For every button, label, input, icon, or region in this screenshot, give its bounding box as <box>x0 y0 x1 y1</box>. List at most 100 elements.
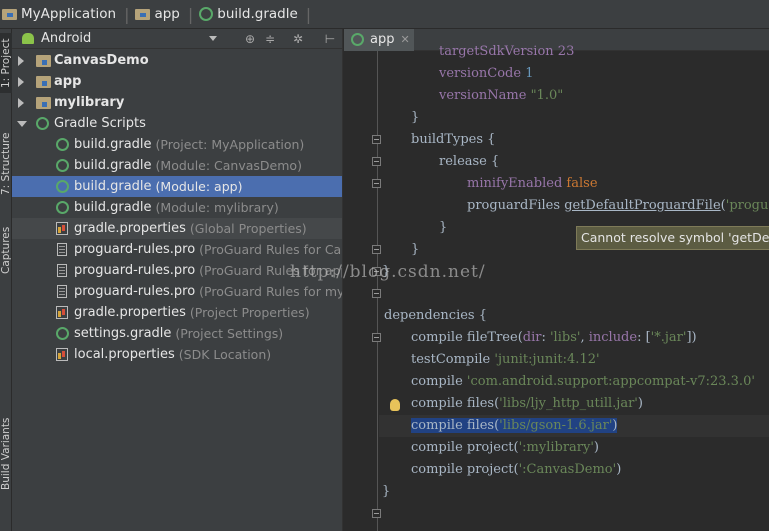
hide-panel-icon[interactable]: ⊢ <box>324 33 336 45</box>
folder-icon <box>2 8 17 20</box>
fold-marker-icon[interactable] <box>372 157 381 166</box>
gradle-icon <box>199 7 214 21</box>
gradle-icon <box>56 159 69 172</box>
code-line[interactable]: proguardFiles getDefaultProguardFile('pr… <box>467 195 768 217</box>
breadcrumb-item-module[interactable]: app <box>133 0 183 29</box>
expand-arrow-icon[interactable] <box>18 76 24 87</box>
code-token: 'libs' <box>549 330 581 345</box>
code-line[interactable]: } <box>411 107 419 129</box>
tree-item-build-gradle-mylibrary[interactable]: build.gradle (Module: mylibrary) <box>12 197 342 218</box>
breadcrumb-label: build.gradle <box>217 6 298 22</box>
code-token: 'progu <box>725 198 769 213</box>
tab-project-label: 1: Project <box>0 38 12 88</box>
module-folder-icon <box>36 54 51 67</box>
code-token: compile fileTree( <box>411 330 523 345</box>
code-line[interactable]: } <box>382 481 390 503</box>
code-line[interactable]: compile 'com.android.support:appcompat-v… <box>411 371 755 393</box>
tree-item-label: proguard-rules.pro <box>74 263 196 278</box>
scroll-from-source-icon[interactable]: ⊕ <box>244 33 256 45</box>
fold-marker-icon[interactable] <box>372 135 381 144</box>
code-token: ) <box>612 418 618 433</box>
code-line[interactable]: release { <box>439 151 499 173</box>
view-mode-select[interactable]: Android <box>41 31 197 46</box>
code-token: 1 <box>525 66 534 81</box>
code-line[interactable]: buildTypes { <box>411 129 495 151</box>
tab-project[interactable]: 1: Project <box>0 33 12 93</box>
code-token: } <box>382 484 391 499</box>
tab-structure-label: 7: Structure <box>0 132 12 196</box>
collapse-arrow-icon[interactable] <box>17 120 27 127</box>
code-line[interactable]: minifyEnabled false <box>467 173 598 195</box>
tree-item-local-properties[interactable]: local.properties (SDK Location) <box>12 344 342 365</box>
code-line[interactable]: targetSdkVersion 23 <box>439 41 574 63</box>
breadcrumb-item-project[interactable]: MyApplication <box>0 0 120 29</box>
tree-item-label: CanvasDemo <box>54 53 149 68</box>
gradle-icon <box>56 180 69 193</box>
tree-item-label: gradle.properties <box>74 305 186 320</box>
tree-item-proguard-canvasdemo[interactable]: proguard-rules.pro (ProGuard Rules for C… <box>12 239 342 260</box>
fold-marker-icon[interactable] <box>372 289 381 298</box>
code-line[interactable]: compile project(':mylibrary') <box>411 437 599 459</box>
code-line[interactable]: compile files('libs/gson-1.6.jar') <box>411 415 618 437</box>
navigation-breadcrumb: MyApplication | app | build.gradle | <box>0 0 769 29</box>
fold-marker-icon[interactable] <box>372 509 381 518</box>
code-line[interactable]: compile files('libs/ljy_http_utill.jar') <box>411 393 643 415</box>
tree-item-label: settings.gradle <box>74 326 172 341</box>
tree-item-build-gradle-canvasdemo[interactable]: build.gradle (Module: CanvasDemo) <box>12 155 342 176</box>
tree-item-label: build.gradle <box>74 137 152 152</box>
code-token: versionName <box>439 88 527 103</box>
breadcrumb-separator: | <box>187 4 194 24</box>
tree-item-gradle-scripts[interactable]: Gradle Scripts <box>12 113 342 134</box>
selected-text[interactable]: compile files('libs/gson-1.6.jar') <box>411 418 618 433</box>
expand-arrow-icon[interactable] <box>18 55 24 66</box>
tree-item-app[interactable]: app <box>12 71 342 92</box>
tree-item-gradle-properties-project[interactable]: gradle.properties (Project Properties) <box>12 302 342 323</box>
tree-item-build-gradle-project[interactable]: build.gradle (Project: MyApplication) <box>12 134 342 155</box>
tree-item-label: build.gradle <box>74 179 152 194</box>
code-line[interactable]: dependencies { <box>384 305 487 327</box>
code-token: : [ <box>637 330 651 345</box>
expand-arrow-icon[interactable] <box>18 97 24 108</box>
tree-item-hint: (Project Settings) <box>175 326 284 341</box>
file-icon <box>57 243 67 256</box>
chevron-down-icon[interactable] <box>209 36 217 41</box>
code-token: ) <box>637 396 643 411</box>
code-token: buildTypes { <box>411 132 496 147</box>
code-line[interactable]: testCompile 'junit:junit:4.12' <box>411 349 600 371</box>
code-line[interactable]: } <box>411 239 419 261</box>
tab-structure[interactable]: 7: Structure <box>0 119 12 209</box>
tree-item-settings-gradle[interactable]: settings.gradle (Project Settings) <box>12 323 342 344</box>
tab-build-variants-label: Build Variants <box>0 417 12 491</box>
collapse-all-icon[interactable]: ≑ <box>264 33 276 45</box>
code-line[interactable]: versionCode 1 <box>439 63 534 85</box>
breadcrumb-item-file[interactable]: build.gradle <box>197 0 302 29</box>
code-line[interactable]: compile fileTree(dir: 'libs', include: [… <box>411 327 697 349</box>
close-icon[interactable]: ✕ <box>400 33 409 46</box>
fold-marker-icon[interactable] <box>372 333 381 342</box>
tree-item-build-gradle-app[interactable]: build.gradle (Module: app) <box>12 176 342 197</box>
fold-marker-icon[interactable] <box>372 245 381 254</box>
code-token: "1.0" <box>530 88 564 103</box>
tree-item-label: gradle.properties <box>74 221 186 236</box>
tab-app-build-gradle[interactable]: app ✕ <box>344 29 414 51</box>
fold-marker-icon[interactable] <box>372 179 381 188</box>
code-line[interactable]: compile project(':CanvasDemo') <box>411 459 621 481</box>
code-token: compile project( <box>411 462 519 477</box>
code-line[interactable]: versionName "1.0" <box>439 85 563 107</box>
tab-captures[interactable]: Captures <box>0 215 12 285</box>
code-line[interactable]: } <box>439 217 447 239</box>
tree-item-canvasdemo[interactable]: CanvasDemo <box>12 50 342 71</box>
code-token: compile project( <box>411 440 519 455</box>
gear-icon[interactable]: ✲ <box>292 33 304 45</box>
code-token: ) <box>593 440 599 455</box>
tree-item-label: Gradle Scripts <box>54 116 146 131</box>
tree-item-mylibrary[interactable]: mylibrary <box>12 92 342 113</box>
tree-item-proguard-mylibrary[interactable]: proguard-rules.pro (ProGuard Rules for m… <box>12 281 342 302</box>
code-token: ':CanvasDemo' <box>518 462 617 477</box>
lightbulb-icon[interactable] <box>390 399 400 411</box>
code-token: , <box>580 330 589 345</box>
tree-item-gradle-properties-global[interactable]: gradle.properties (Global Properties) <box>12 218 342 239</box>
tree-item-hint: (Project Properties) <box>189 305 310 320</box>
error-tooltip: Cannot resolve symbol 'getDefau <box>576 226 769 250</box>
tab-build-variants[interactable]: Build Variants <box>0 409 12 499</box>
